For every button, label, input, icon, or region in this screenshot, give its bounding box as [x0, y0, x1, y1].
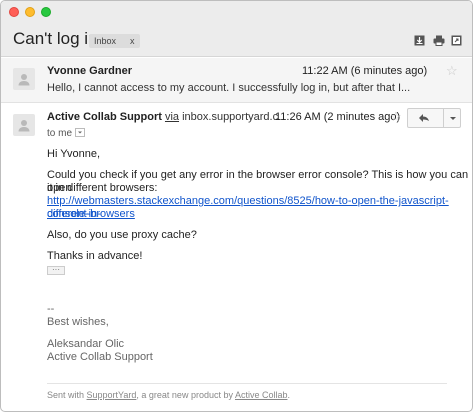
collapsed-message[interactable]: Yvonne Gardner 11:22 AM (6 minutes ago) …	[1, 58, 472, 103]
sender-domain: inbox.supportyard.c	[182, 111, 279, 123]
message-sender: Yvonne Gardner	[47, 65, 132, 77]
show-trimmed-content-button[interactable]: ···	[47, 266, 65, 275]
reply-icon	[419, 114, 429, 122]
avatar	[13, 68, 35, 90]
signature-closing: Best wishes,	[47, 316, 109, 328]
active-collab-link[interactable]: Active Collab	[235, 390, 288, 400]
print-icon[interactable]	[433, 35, 445, 46]
via-link[interactable]: via	[165, 111, 179, 123]
body-line: Thanks in advance!	[47, 250, 143, 262]
supportyard-link[interactable]: SupportYard	[87, 390, 137, 400]
chevron-down-icon	[450, 117, 456, 120]
message-snippet: Hello, I cannot access to my account. I …	[47, 82, 411, 94]
inbox-label[interactable]: Inbox x	[89, 34, 140, 48]
message-time: 11:26 AM (2 minutes ago)	[275, 111, 401, 123]
thread-subject: Can't log in	[13, 29, 98, 48]
avatar	[13, 114, 35, 136]
signature-organization: Active Collab Support	[47, 351, 153, 363]
title-bar	[1, 1, 472, 23]
recipient-details[interactable]: to me	[47, 127, 86, 139]
person-icon	[18, 120, 30, 132]
footer-suffix: .	[287, 390, 291, 400]
footer-divider	[47, 383, 447, 384]
remove-label-button[interactable]: x	[130, 36, 135, 46]
mail-window: Can't log in Inbox x Yvonne Gardner 11:22…	[0, 0, 473, 412]
thread-header: Can't log in Inbox x	[1, 23, 472, 57]
console-help-link[interactable]: different-browsers	[47, 208, 135, 221]
star-icon[interactable]: ☆	[446, 63, 458, 79]
footer-prefix: Sent with	[47, 390, 87, 400]
body-line: it in different browsers:	[47, 182, 158, 194]
recipient-label: to me	[47, 128, 73, 139]
reply-button-group	[407, 108, 461, 128]
signature-name: Aleksandar Olic	[47, 338, 125, 350]
download-icon[interactable]	[414, 35, 425, 46]
message-time: 11:22 AM (6 minutes ago)	[302, 65, 428, 77]
close-window-button[interactable]	[9, 7, 19, 17]
minimize-window-button[interactable]	[25, 7, 35, 17]
body-line: Also, do you use proxy cache?	[47, 229, 197, 241]
greeting: Hi Yvonne,	[47, 148, 101, 160]
message-sender: Active Collab Support via inbox.supporty…	[47, 111, 278, 123]
details-dropdown-icon[interactable]	[75, 127, 86, 137]
star-icon[interactable]: ☆	[390, 109, 402, 125]
reply-button[interactable]	[408, 109, 444, 127]
signature-separator: --	[47, 303, 55, 315]
person-icon	[18, 74, 30, 86]
new-window-icon[interactable]	[451, 35, 462, 46]
footer-middle: , a great new product by	[136, 390, 235, 400]
zoom-window-button[interactable]	[41, 7, 51, 17]
inbox-label-text: Inbox	[94, 36, 117, 46]
sender-name: Active Collab Support	[47, 111, 162, 123]
footer: Sent with SupportYard, a great new produ…	[47, 390, 290, 400]
more-options-button[interactable]	[445, 109, 461, 127]
